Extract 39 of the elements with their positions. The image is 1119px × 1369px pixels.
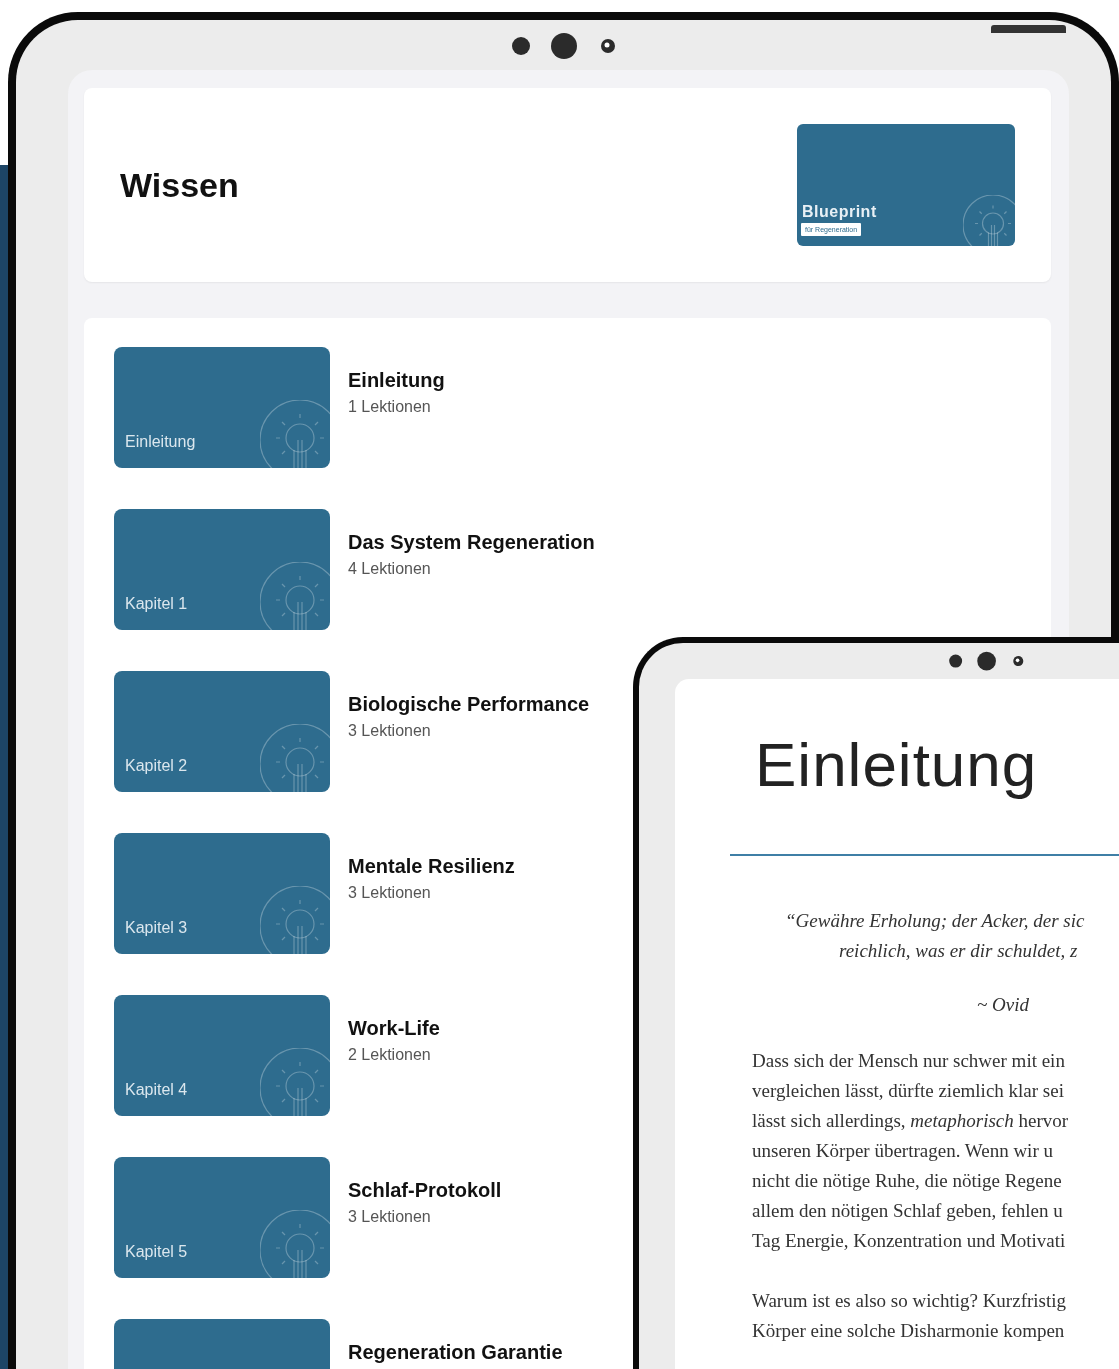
thumbnail-label: Kapitel 5 <box>125 1243 188 1261</box>
chapter-thumbnail[interactable]: Einleitung <box>114 347 330 468</box>
chapter-thumbnail[interactable]: Kapitel 2 <box>114 671 330 792</box>
lightbulb-icon <box>260 1210 330 1278</box>
quote-text: “Gewähre Erholung; der Acker, der sic reichlich, was er dir schuldet, z <box>784 909 1086 964</box>
page-title: Wissen <box>120 165 239 205</box>
lightbulb-icon <box>260 1048 330 1116</box>
thumbnail-label: Kapitel 3 <box>125 919 188 937</box>
thumbnail-label: Kapitel 4 <box>125 1081 188 1099</box>
quote-attribution: ~ Ovid <box>977 994 1030 1017</box>
lesson-count: 4 Lektionen <box>348 560 432 578</box>
thumbnail-label: Einleitung <box>125 433 196 451</box>
thumbnail-label: Kapitel 1 <box>125 595 188 613</box>
cover-title: Blueprint <box>802 203 877 221</box>
lightbulb-icon <box>260 886 330 954</box>
chapter-title[interactable]: Das System Regeneration <box>348 531 595 554</box>
lightbulb-icon <box>260 562 330 630</box>
lesson-count: 3 Lektionen <box>348 884 432 902</box>
lesson-count: 3 Lektionen <box>348 722 432 740</box>
body-paragraph: Warum ist es also so wichtig? Kurzfristig Körper eine solche Disharmonie kompen <box>752 1289 1068 1344</box>
lesson-count: 3 Lektionen <box>348 1208 432 1226</box>
reader-heading: Einleitung <box>755 731 1039 800</box>
thumbnail-label: Kapitel 2 <box>125 757 188 775</box>
chapter-title[interactable]: Regeneration Garantie <box>348 1341 563 1364</box>
chapter-title[interactable]: Biologische Performance <box>348 693 590 716</box>
lightbulb-icon <box>260 400 330 468</box>
chapter-thumbnail[interactable]: Kapitel 3 <box>114 833 330 954</box>
lesson-count: 2 Lektionen <box>348 1046 432 1064</box>
chapter-thumbnail[interactable]: Kapitel 4 <box>114 995 330 1116</box>
lesson-count: 1 Lektionen <box>348 398 432 416</box>
lightbulb-icon <box>260 724 330 792</box>
lightbulb-icon <box>962 195 1015 246</box>
chapter-title[interactable]: Work-Life <box>348 1017 440 1040</box>
chapter-thumbnail[interactable]: Kapitel 5 <box>114 1157 330 1278</box>
chapter-title[interactable]: Einleitung <box>348 369 445 392</box>
chapter-title[interactable]: Mentale Resilienz <box>348 855 515 878</box>
chapter-title[interactable]: Schlaf-Protokoll <box>348 1179 502 1202</box>
body-paragraph: Dass sich der Mensch nur schwer mit ein vergleichen lässt, dürfte ziemlich klar sei lässt sich allerdings, metaphorisch hervor unseren Körper übertragen. Wenn wir u nicht die nötige Ruhe, die nötige Regene allem den nötigen Schlaf geben, fehlen u Tag Energie, Konzentration und Motivati <box>752 1049 1070 1254</box>
chapter-thumbnail[interactable]: Kapitel 1 <box>114 509 330 630</box>
